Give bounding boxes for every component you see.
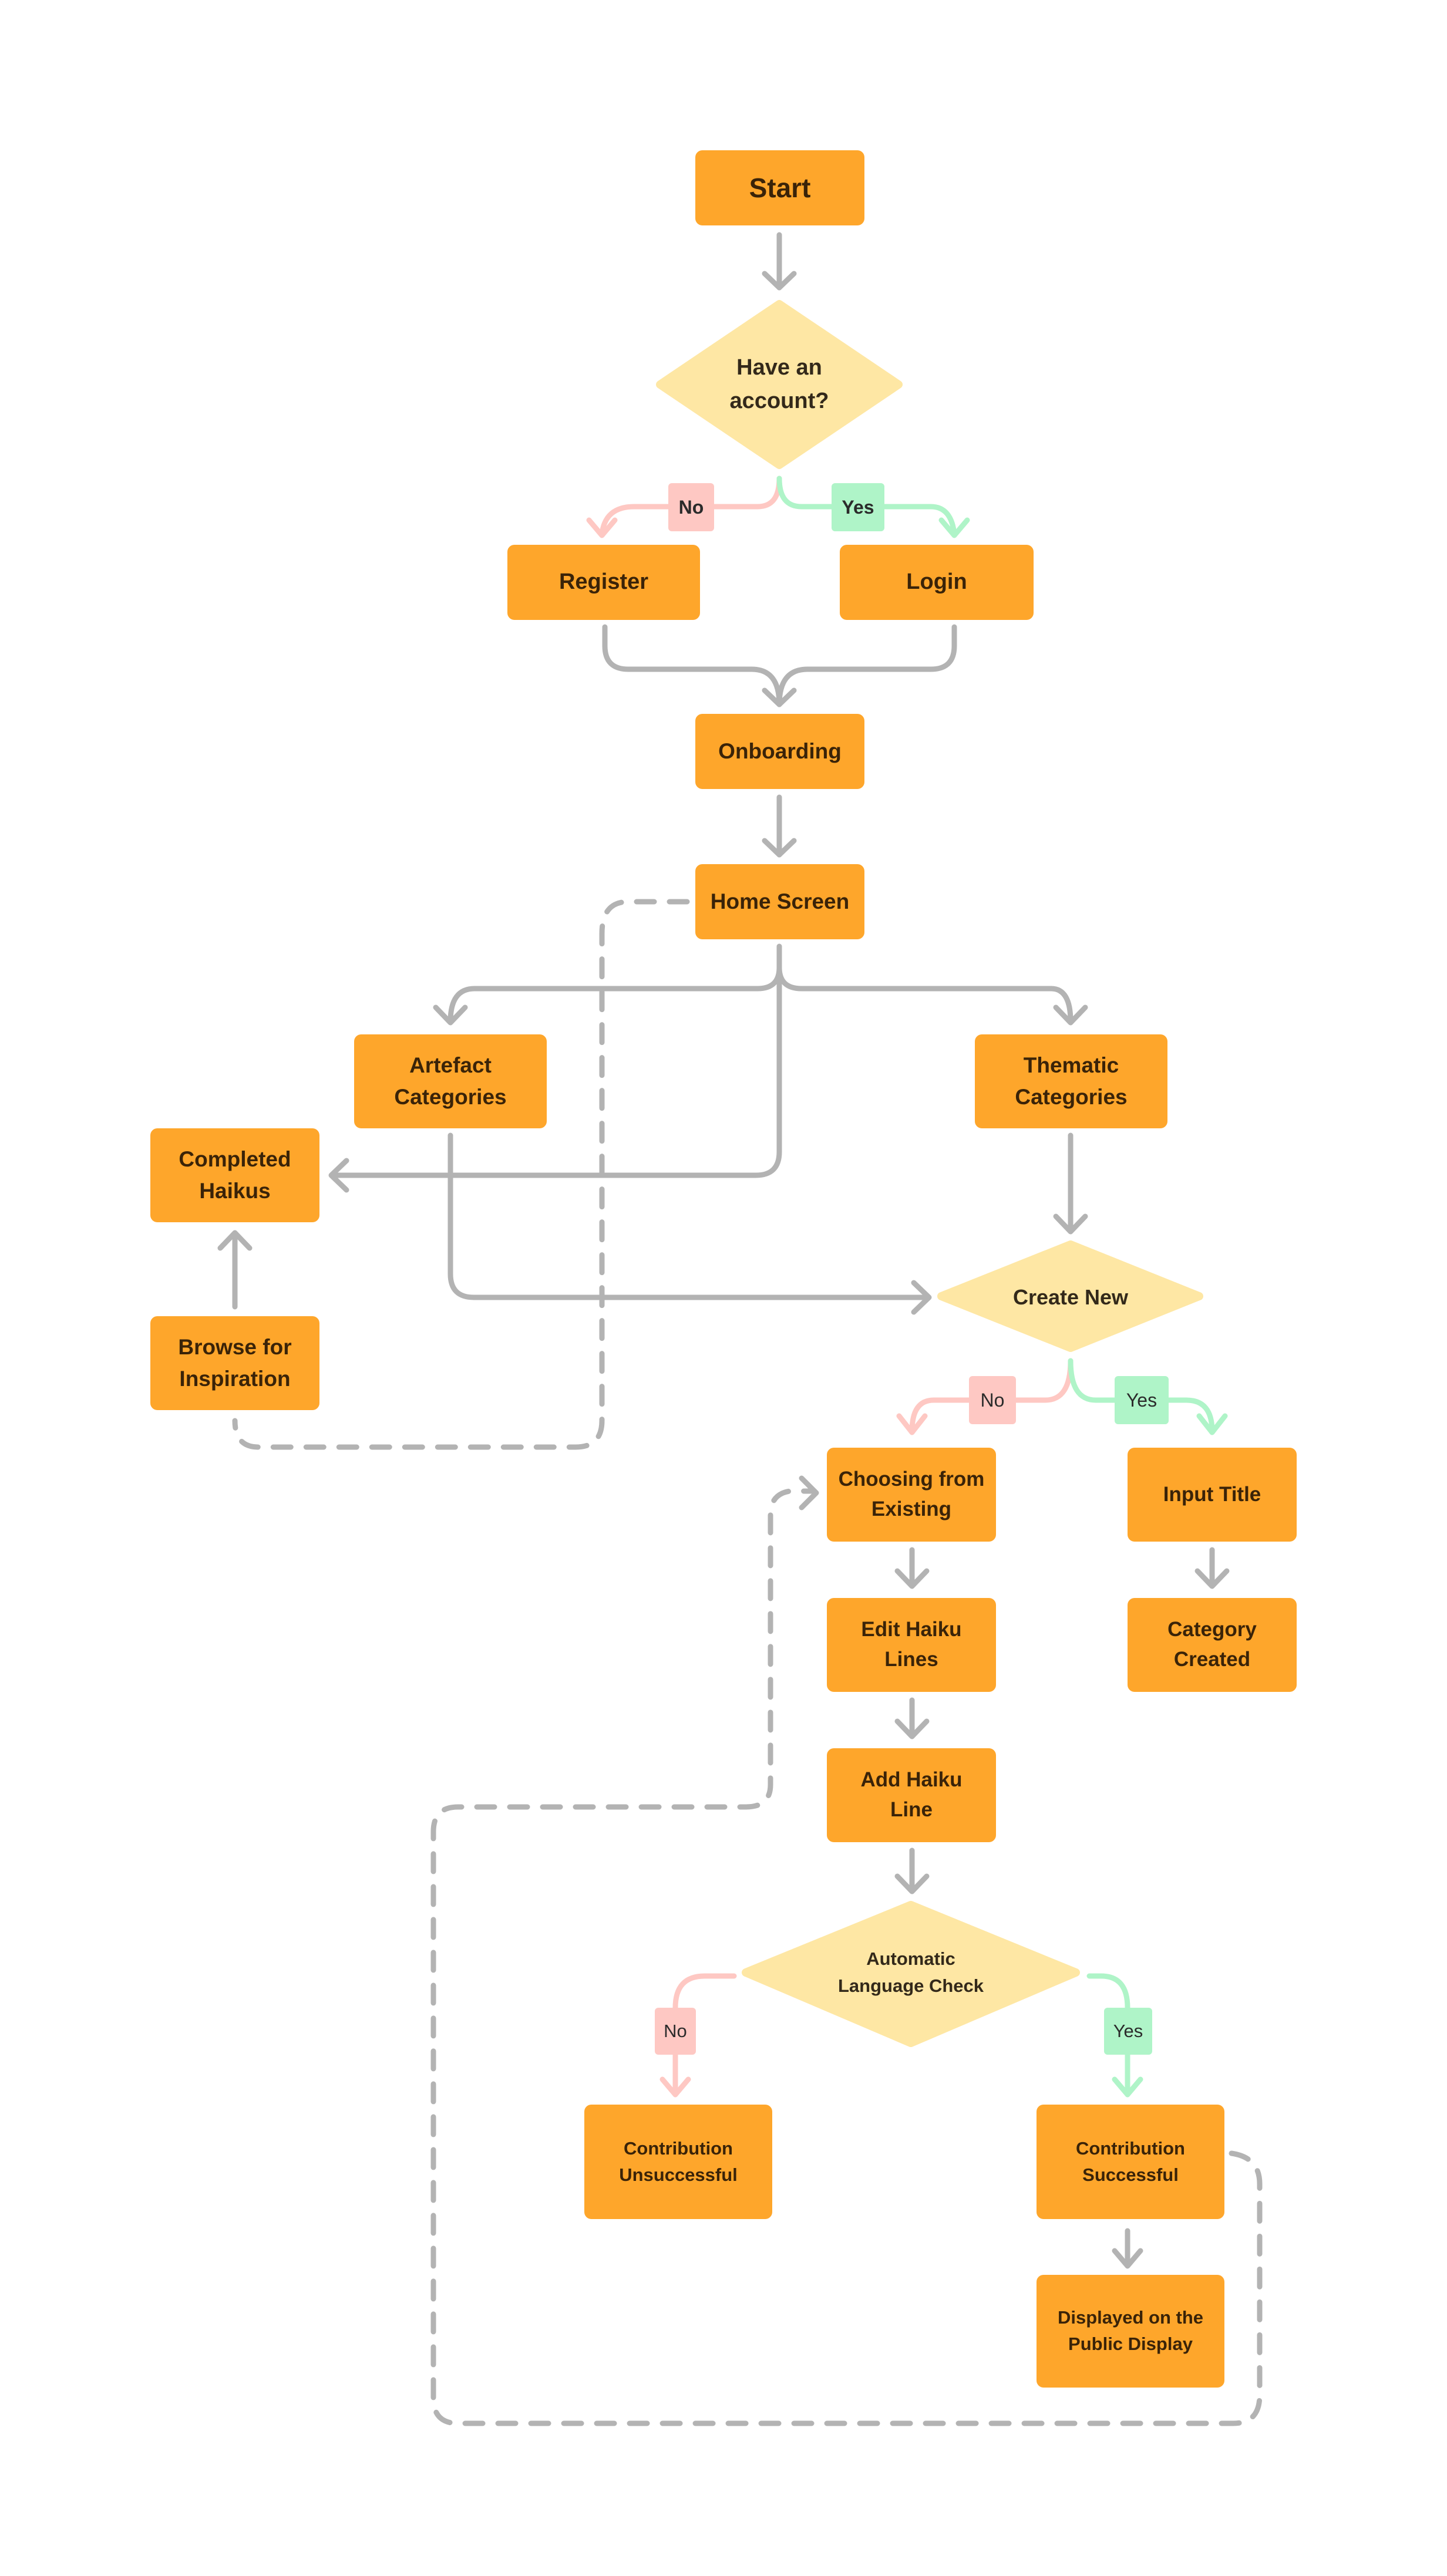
node-input-title[interactable]: Input Title [1128,1448,1297,1542]
edge-successful-to-displayed [1112,2228,1143,2269]
node-home-screen[interactable]: Home Screen [695,864,864,939]
node-contribution-successful[interactable]: Contribution Successful [1037,2105,1224,2219]
edge-home-to-categories [433,943,1088,1026]
label-account-no: No [668,483,714,531]
edge-onboarding-to-home [762,794,797,858]
node-start[interactable]: Start [695,150,864,225]
label-create-yes: Yes [1115,1376,1169,1424]
edge-input-to-category [1194,1547,1230,1589]
edge-start-to-account [762,232,797,291]
node-displayed-public[interactable]: Displayed on the Public Display [1037,2275,1224,2388]
edge-register-login-to-onboarding [602,624,957,707]
node-onboarding[interactable]: Onboarding [695,714,864,789]
node-add-haiku-line[interactable]: Add Haiku Line [827,1748,996,1842]
node-choosing-existing[interactable]: Choosing from Existing [827,1448,996,1542]
edge-edit-to-add [894,1697,930,1739]
node-login[interactable]: Login [840,545,1034,620]
node-category-created[interactable]: Category Created [1128,1598,1297,1692]
decision-create-new[interactable]: Create New [975,1274,1166,1321]
node-artefact-categories[interactable]: Artefact Categories [354,1034,547,1128]
node-edit-haiku-lines[interactable]: Edit Haiku Lines [827,1598,996,1692]
node-browse-inspiration[interactable]: Browse for Inspiration [150,1316,319,1410]
edge-thematic-to-create [1053,1132,1088,1235]
label-check-yes: Yes [1104,2008,1152,2055]
node-register[interactable]: Register [507,545,700,620]
node-completed-haikus[interactable]: Completed Haikus [150,1128,319,1222]
edge-add-to-check [894,1847,930,1894]
node-thematic-categories[interactable]: Thematic Categories [975,1034,1167,1128]
label-account-yes: Yes [832,483,884,531]
decision-language-check[interactable]: Automatic Language Check [810,1937,1011,2008]
node-contribution-unsuccessful[interactable]: Contribution Unsuccessful [584,2105,772,2219]
edge-choosing-to-edit [894,1547,930,1589]
edge-browse-to-completed [217,1230,253,1310]
label-check-no: No [655,2008,696,2055]
label-create-no: No [969,1376,1016,1424]
decision-have-account[interactable]: Have an account? [681,335,877,434]
edge-artefact-to-create [447,1132,932,1315]
